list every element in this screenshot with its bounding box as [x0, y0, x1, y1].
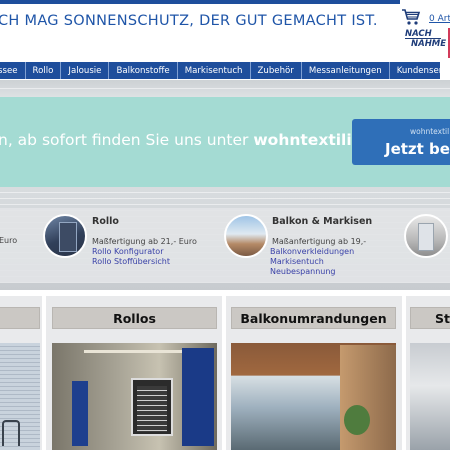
- nav-item-rollo[interactable]: Rollo: [26, 62, 62, 79]
- category-left-price: Euro: [0, 236, 18, 245]
- section-image-right[interactable]: [410, 343, 450, 450]
- rollo-fabric-overview-link[interactable]: Rollo Stoffübersicht: [92, 257, 170, 266]
- nav-item-kundenservice[interactable]: Kundenservice: [390, 62, 450, 79]
- relocation-banner-text: n, ab sofort finden Sie uns unter wohnte…: [0, 131, 401, 149]
- chair-graphic: [2, 420, 20, 446]
- nav-item-markisentuch[interactable]: Markisentuch: [178, 62, 251, 79]
- rollo-category-thumbnail[interactable]: [43, 214, 87, 258]
- shopping-cart-icon[interactable]: [401, 8, 421, 26]
- balkon-category-title[interactable]: Balkon & Markisen: [272, 216, 372, 227]
- visit-new-shop-button[interactable]: wohntextil Jetzt bes: [352, 119, 450, 165]
- nav-item-jalousie[interactable]: Jalousie: [61, 62, 110, 79]
- cta-small-label: wohntextil: [410, 127, 450, 136]
- section-title-rollos[interactable]: Rollos: [52, 307, 217, 329]
- balkonverkleidungen-link[interactable]: Balkonverkleidungen: [270, 247, 354, 256]
- wall-poster-graphic: [131, 378, 173, 436]
- section-title-left[interactable]: [0, 307, 40, 329]
- rollo-category-price: Maßfertigung ab 21,- Euro: [92, 237, 197, 246]
- header-top-line: [0, 0, 400, 4]
- section-title-right[interactable]: St: [410, 307, 450, 329]
- plant-graphic: [344, 405, 370, 435]
- nav-item-messanleitungen[interactable]: Messanleitungen: [302, 62, 390, 79]
- section-title-balkonumrandungen[interactable]: Balkonumrandungen: [231, 307, 396, 329]
- cod-badge-line2: NAHME: [411, 39, 447, 49]
- markisentuch-link[interactable]: Markisentuch: [270, 257, 324, 266]
- banner-text-prefix: n, ab sofort finden Sie uns unter: [0, 131, 254, 149]
- cta-label: Jetzt bes: [385, 140, 450, 158]
- balkon-category-thumbnail[interactable]: [224, 214, 268, 258]
- neubespannung-link[interactable]: Neubespannung: [270, 267, 335, 276]
- balkon-category-price: Maßanfertigung ab 19,-: [272, 237, 367, 246]
- blue-blind-right-graphic: [182, 348, 214, 446]
- third-category-thumbnail[interactable]: [404, 214, 448, 258]
- header-slogan: CH MAG SONNENSCHUTZ, DER GUT GEMACHT IST…: [0, 13, 378, 29]
- rollo-configurator-link[interactable]: Rollo Konfigurator: [92, 247, 164, 256]
- rollo-category-title[interactable]: Rollo: [92, 216, 119, 227]
- wooden-wall-graphic: [340, 345, 396, 450]
- nav-item-zubehoer[interactable]: Zubehör: [251, 62, 302, 79]
- main-navigation: ssee Rollo Jalousie Balkonstoffe Markise…: [0, 62, 450, 79]
- blue-blind-left-graphic: [72, 381, 88, 446]
- nav-item-balkonstoffe[interactable]: Balkonstoffe: [109, 62, 178, 79]
- cart-count-link[interactable]: 0 Arti: [429, 14, 450, 24]
- cash-on-delivery-badge: NACH NAHME: [405, 29, 447, 49]
- nav-item-plissee[interactable]: ssee: [0, 62, 26, 79]
- site-header: CH MAG SONNENSCHUTZ, DER GUT GEMACHT IST…: [0, 0, 450, 62]
